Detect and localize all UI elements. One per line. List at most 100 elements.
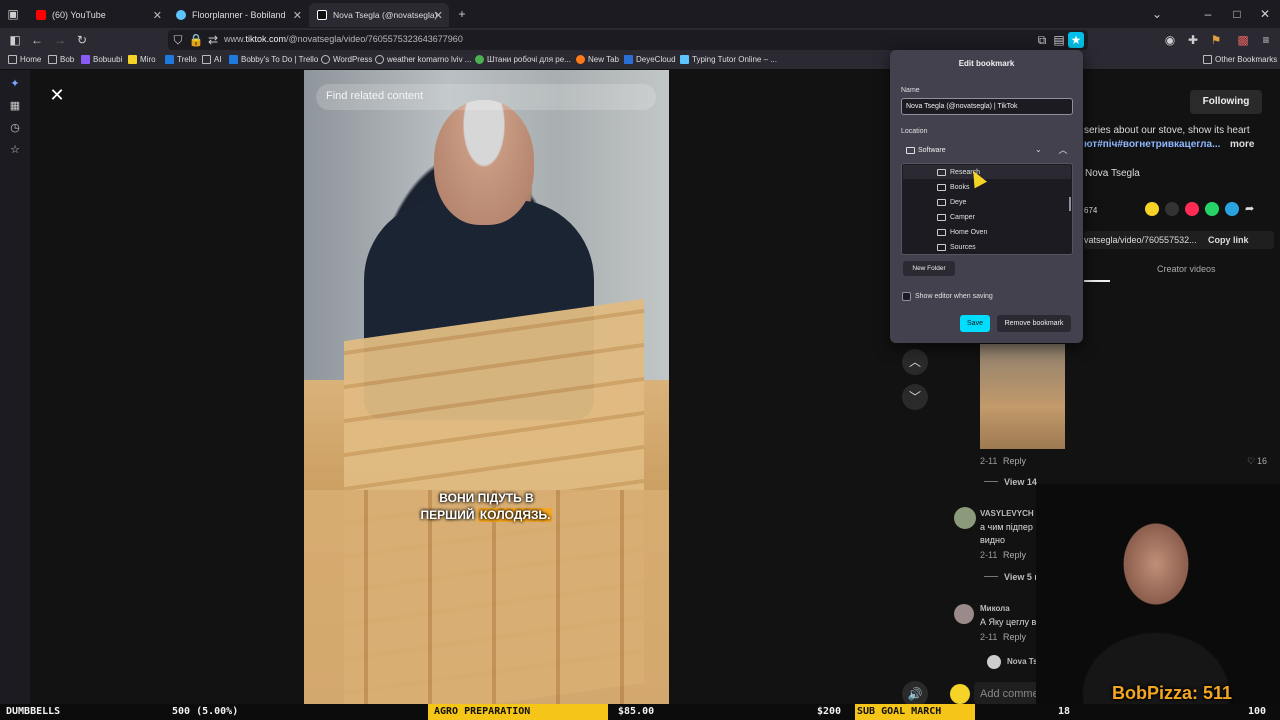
new-tab-icon[interactable]: + <box>454 6 470 22</box>
telegram-icon[interactable] <box>1225 202 1239 216</box>
folder-item-home-oven[interactable]: Home Oven <box>937 225 987 239</box>
bookmark-other[interactable]: Other Bookmarks <box>1203 55 1277 64</box>
video-link-text: vatsegla/video/760557532... <box>1084 235 1197 245</box>
paper-plane-icon[interactable] <box>1185 202 1199 216</box>
close-tab-icon[interactable]: ✕ <box>434 9 443 22</box>
forward-icon[interactable]: → <box>52 32 68 48</box>
copy-link-button[interactable]: Copy link <box>1208 235 1249 245</box>
share-arrow-icon[interactable]: ➦ <box>1245 202 1254 215</box>
show-editor-checkbox[interactable] <box>902 292 911 301</box>
folder-item-camper[interactable]: Camper <box>937 210 975 224</box>
bookmark-new-tab[interactable]: New Tab <box>576 55 619 64</box>
video-player[interactable]: Find related content ВОНИ ПІДУТЬ В ПЕРШИ… <box>304 70 669 704</box>
more-link[interactable]: more <box>1230 139 1254 150</box>
location-select[interactable]: Software <box>906 142 1046 158</box>
avatar[interactable] <box>987 655 1001 669</box>
video-subtitle: ВОНИ ПІДУТЬ В ПЕРШИЙ КОЛОДЯЗЬ. <box>420 491 553 522</box>
embed-icon[interactable] <box>1165 202 1179 216</box>
tab-tiktok[interactable]: Nova Tsegla (@novatsegla) ✕ <box>309 3 449 27</box>
folder-tree[interactable]: Research Books Deye Camper Home Oven Sou… <box>901 163 1073 255</box>
following-button[interactable]: Following <box>1190 90 1262 114</box>
extensions-puzzle-icon[interactable]: ✚ <box>1185 32 1201 48</box>
close-window-icon[interactable]: ✕ <box>1257 6 1273 22</box>
author-name[interactable]: Nova Tsegla <box>1085 168 1140 179</box>
close-tab-icon[interactable]: ✕ <box>293 9 302 22</box>
extension-icon[interactable]: ⚑ <box>1208 32 1224 48</box>
bookmark-star-icon[interactable]: ★ <box>1068 32 1084 48</box>
tab-overview-icon[interactable]: ▣ <box>5 6 21 22</box>
bookmark-trello[interactable]: Trello <box>165 55 197 64</box>
tabs-icon[interactable]: ▦ <box>9 100 21 112</box>
extension-icon[interactable]: ▩ <box>1235 32 1251 48</box>
folder-item-books[interactable]: Books <box>937 180 969 194</box>
history-icon[interactable]: ◷ <box>9 122 21 134</box>
view-replies[interactable]: View 5 r <box>1004 572 1038 582</box>
heart-icon[interactable]: ♡ <box>1247 456 1255 467</box>
view-replies[interactable]: View 14 <box>1004 477 1037 487</box>
bookmark-deyecloud[interactable]: DeyeCloud <box>624 55 676 64</box>
close-video-icon[interactable]: ✕ <box>48 86 66 104</box>
find-related-search[interactable]: Find related content <box>316 84 656 110</box>
menu-icon[interactable]: ≡ <box>1258 32 1274 48</box>
url-bar[interactable]: ⛉ 🔒 ⇄ www.tiktok.com/@novatsegla/video/7… <box>168 30 1088 50</box>
bookmark-wordpress[interactable]: WordPress <box>321 55 372 64</box>
extension-icon[interactable]: ◉ <box>1162 32 1178 48</box>
avatar[interactable] <box>954 604 974 624</box>
comment-user[interactable]: VASYLEVYCH <box>980 509 1034 518</box>
typing-icon <box>680 55 689 64</box>
remove-bookmark-button[interactable]: Remove bookmark <box>997 315 1071 332</box>
lock-icon[interactable]: 🔒 <box>188 32 204 48</box>
reload-icon[interactable]: ↻ <box>74 32 90 48</box>
bookmark-typing-tutor[interactable]: Typing Tutor Online – ... <box>680 55 777 64</box>
whatsapp-icon[interactable] <box>1205 202 1219 216</box>
next-video-button[interactable]: ﹀ <box>902 384 928 410</box>
back-icon[interactable]: ← <box>29 32 45 48</box>
close-tab-icon[interactable]: ✕ <box>153 9 162 22</box>
list-tabs-icon[interactable]: ⌄ <box>1149 6 1165 22</box>
comment-user[interactable]: Микола <box>980 604 1010 613</box>
reply-link[interactable]: Reply <box>1003 456 1026 466</box>
new-folder-button[interactable]: New Folder <box>903 261 955 276</box>
bookmark-miro[interactable]: Miro <box>128 55 156 64</box>
comment-image[interactable] <box>980 344 1065 449</box>
folder-icon <box>1203 55 1212 64</box>
hashtags[interactable]: ют#піч#вогнетривкацегла... <box>1084 139 1220 150</box>
sidebar-toggle-icon[interactable]: ◧ <box>7 32 23 48</box>
tab-floorplanner[interactable]: Floorplanner - Bobiland ✕ <box>168 3 308 27</box>
bookmark-bob[interactable]: Bob <box>48 55 74 64</box>
tab-youtube[interactable]: (60) YouTube ✕ <box>28 3 168 27</box>
video-description: series about our stove, show its heart <box>1084 125 1250 136</box>
bookmarks-icon[interactable]: ☆ <box>9 144 21 156</box>
url-text[interactable]: www.tiktok.com/@novatsegla/video/7605575… <box>224 34 463 44</box>
tab-label: Floorplanner - Bobiland <box>192 10 286 20</box>
coin-icon[interactable] <box>1145 202 1159 216</box>
maximize-icon[interactable]: □ <box>1229 6 1245 22</box>
folder-item-deye[interactable]: Deye <box>937 195 966 209</box>
bookmark-name-field[interactable]: Nova Tsegla (@novatsegla) | TikTok <box>901 98 1073 115</box>
reader-view-icon[interactable]: ▤ <box>1051 32 1067 48</box>
comment-user[interactable]: Nova Ts <box>1007 657 1038 666</box>
folder-item-sources[interactable]: Sources <box>937 240 976 254</box>
collapse-tree-icon[interactable]: ︿ <box>1055 142 1071 158</box>
picture-in-picture-icon[interactable]: ⧉ <box>1034 32 1050 48</box>
bookmark-ai[interactable]: AI <box>202 55 222 64</box>
minimize-icon[interactable]: – <box>1200 6 1216 22</box>
bookmark-todo-trello[interactable]: Bobby's To Do | Trello <box>229 55 318 64</box>
bookmark-bobuubi[interactable]: Bobuubi <box>81 55 122 64</box>
save-button[interactable]: Save <box>960 315 990 332</box>
chevron-down-icon[interactable]: ⌄ <box>1035 145 1042 154</box>
tab-strip: ▣ (60) YouTube ✕ Floorplanner - Bobiland… <box>0 0 1280 28</box>
shop-icon <box>475 55 484 64</box>
ai-chat-icon[interactable]: ✦ <box>9 78 21 90</box>
shield-icon[interactable]: ⛉ <box>170 32 186 48</box>
reply-link[interactable]: Reply <box>1003 550 1026 560</box>
bookmark-weather[interactable]: weather komarno lviv ... <box>375 55 471 64</box>
creator-videos-tab[interactable]: Creator videos <box>1157 264 1216 274</box>
permissions-icon[interactable]: ⇄ <box>205 32 221 48</box>
bookmark-home[interactable]: Home <box>8 55 41 64</box>
avatar[interactable] <box>954 507 976 529</box>
prev-video-button[interactable]: ︿ <box>902 349 928 375</box>
tree-scrollbar[interactable] <box>1069 197 1071 211</box>
bookmark-pants[interactable]: Штани робочі для ре... <box>475 55 571 64</box>
reply-link[interactable]: Reply <box>1003 632 1026 642</box>
